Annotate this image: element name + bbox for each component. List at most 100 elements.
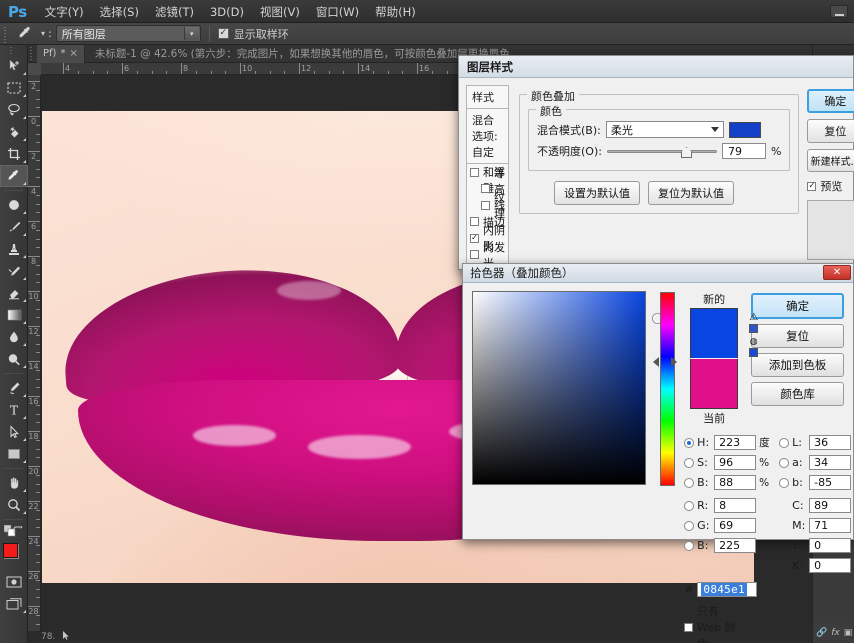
menu-item-3d[interactable]: 3D(D) [202,2,252,22]
screen-mode-icon[interactable] [0,593,28,615]
effect-row[interactable]: 内发光 [467,241,508,270]
sample-select[interactable]: 所有图层 ▾ [55,25,201,42]
clone-stamp-tool[interactable] [0,238,28,260]
checkbox-icon[interactable]: ✓ [470,233,479,243]
checkbox-icon[interactable] [481,200,490,210]
path-selection-tool[interactable] [0,421,28,443]
show-sampling-ring-checkbox[interactable]: ✓ 显示取样环 [217,26,289,42]
toolbar-grip[interactable] [0,45,27,55]
eraser-tool[interactable] [0,282,28,304]
menu-item-help[interactable]: 帮助(H) [367,1,424,23]
field-value: 8 [719,499,727,512]
checkbox-icon[interactable] [470,217,479,227]
history-brush-tool[interactable] [0,260,28,282]
radio-icon[interactable] [684,520,695,531]
picker-ok-button[interactable]: 确定 [751,293,844,319]
gamut-warning-icon[interactable]: ⚠ [749,312,758,323]
slider-knob[interactable] [680,147,692,158]
quick-selection-tool[interactable] [0,121,28,143]
color-libraries-button[interactable]: 颜色库 [751,382,844,406]
chevron-down-icon[interactable]: ▾ [183,27,199,40]
web-safe-warning-icon[interactable]: ◍ [750,337,758,347]
opacity-input[interactable]: 79 [721,143,766,159]
saturation-value-field[interactable] [472,291,662,485]
foreground-color-swatch[interactable] [3,543,18,558]
menu-item-view[interactable]: 视图(V) [252,1,308,23]
radio-icon[interactable] [684,437,695,448]
field-input[interactable]: 69 [714,518,757,533]
blur-tool[interactable] [0,326,28,348]
swap-colors-icon[interactable] [12,525,23,539]
vertical-ruler[interactable]: 2 0 2 4 6 8 10 12 14 16 18 20 22 24 26 28 [28,63,41,631]
hue-marker-right-icon[interactable] [671,357,678,367]
menu-item-filter[interactable]: 滤镜(T) [147,1,202,23]
tool-preset-chevron-icon[interactable]: ▾ [41,29,45,38]
blend-mode-dropdown[interactable]: 柔光 [605,121,724,138]
radio-icon[interactable] [684,477,695,488]
pen-tool[interactable] [0,377,28,399]
preview-checkbox[interactable]: ✓ 预览 [807,178,842,194]
opacity-slider[interactable] [606,143,717,159]
lasso-tool[interactable] [0,99,28,121]
radio-icon[interactable] [684,500,695,511]
rectangle-tool[interactable] [0,443,28,465]
hand-tool[interactable] [0,472,28,494]
field-input[interactable]: 223 [714,435,757,450]
layer-style-dialog[interactable]: 图层样式 样式 混合选项:自定 斜面和浮雕等高线纹理描边✓内阴影内发光光泽✓颜色… [458,55,854,288]
overlay-color-chip[interactable] [728,121,761,138]
dodge-tool[interactable] [0,348,28,370]
field-input[interactable]: 225 [714,538,757,553]
gradient-tool[interactable] [0,304,28,326]
reset-to-default-button[interactable]: 复位为默认值 [648,181,734,205]
set-as-default-button[interactable]: 设置为默认值 [554,181,640,205]
ok-button[interactable]: 确定 [807,89,854,113]
field-input[interactable]: 8 [714,498,757,513]
marquee-tool[interactable] [0,77,28,99]
healing-brush-tool[interactable] [0,194,28,216]
reset-button[interactable]: 复位 [807,119,854,143]
ruler-minor-tick [36,387,40,389]
eyedropper-icon[interactable] [13,24,39,44]
eyedropper-tool[interactable] [0,165,28,187]
blending-options-item[interactable]: 混合选项:自定 [466,109,509,164]
menu-item-type[interactable]: 文字(Y) [37,1,92,23]
quick-mask-icon[interactable] [0,571,28,593]
color-picker-dialog[interactable]: 拾色器（叠加颜色） ✕ 新的 ⚠ ◍ 当前 H: 223 度 S: 96 % B… [462,263,854,643]
web-colors-only-checkbox[interactable]: 只有 Web 颜色 [684,603,744,643]
add-to-swatches-button[interactable]: 添加到色板 [751,353,844,377]
picker-reset-button[interactable]: 复位 [751,324,844,348]
hue-slider[interactable] [652,291,678,487]
tab-bar-grip[interactable] [30,46,37,61]
chevron-down-icon[interactable] [710,127,719,132]
checkbox-icon[interactable] [470,167,479,177]
zoom-tool[interactable] [0,494,28,516]
move-tool[interactable] [0,55,28,77]
type-tool[interactable]: T [0,399,28,421]
color-swatches[interactable] [0,541,28,571]
hue-gradient-bar[interactable] [659,292,675,486]
radio-icon[interactable] [684,457,695,468]
document-tab[interactable]: Pf) * × [37,44,85,63]
crop-tool[interactable] [0,143,28,165]
checkbox-icon[interactable] [470,250,479,260]
checkbox-icon[interactable] [481,184,490,194]
styles-header[interactable]: 样式 [466,85,509,109]
close-icon[interactable]: × [69,48,77,59]
window-minimize-button[interactable] [830,5,848,18]
menu-item-select[interactable]: 选择(S) [92,1,147,23]
close-icon[interactable]: ✕ [823,265,851,280]
menu-item-window[interactable]: 窗口(W) [308,1,367,23]
field-input[interactable]: 96 [714,455,757,470]
current-color-swatch[interactable] [690,359,739,409]
new-style-button[interactable]: 新建样式... [807,149,854,172]
hue-marker-left-icon[interactable] [652,357,659,367]
field-input[interactable]: 88 [714,475,757,490]
brush-tool[interactable] [0,216,28,238]
hex-input[interactable]: 0845e1 [697,582,758,597]
ruler-corner[interactable] [28,63,41,75]
gamut-alternate-swatch[interactable] [749,324,759,333]
options-bar-grip[interactable] [2,24,10,43]
effect-row[interactable]: 纹理 [467,191,508,220]
radio-icon[interactable] [684,540,695,551]
websafe-alternate-swatch[interactable] [749,348,759,357]
